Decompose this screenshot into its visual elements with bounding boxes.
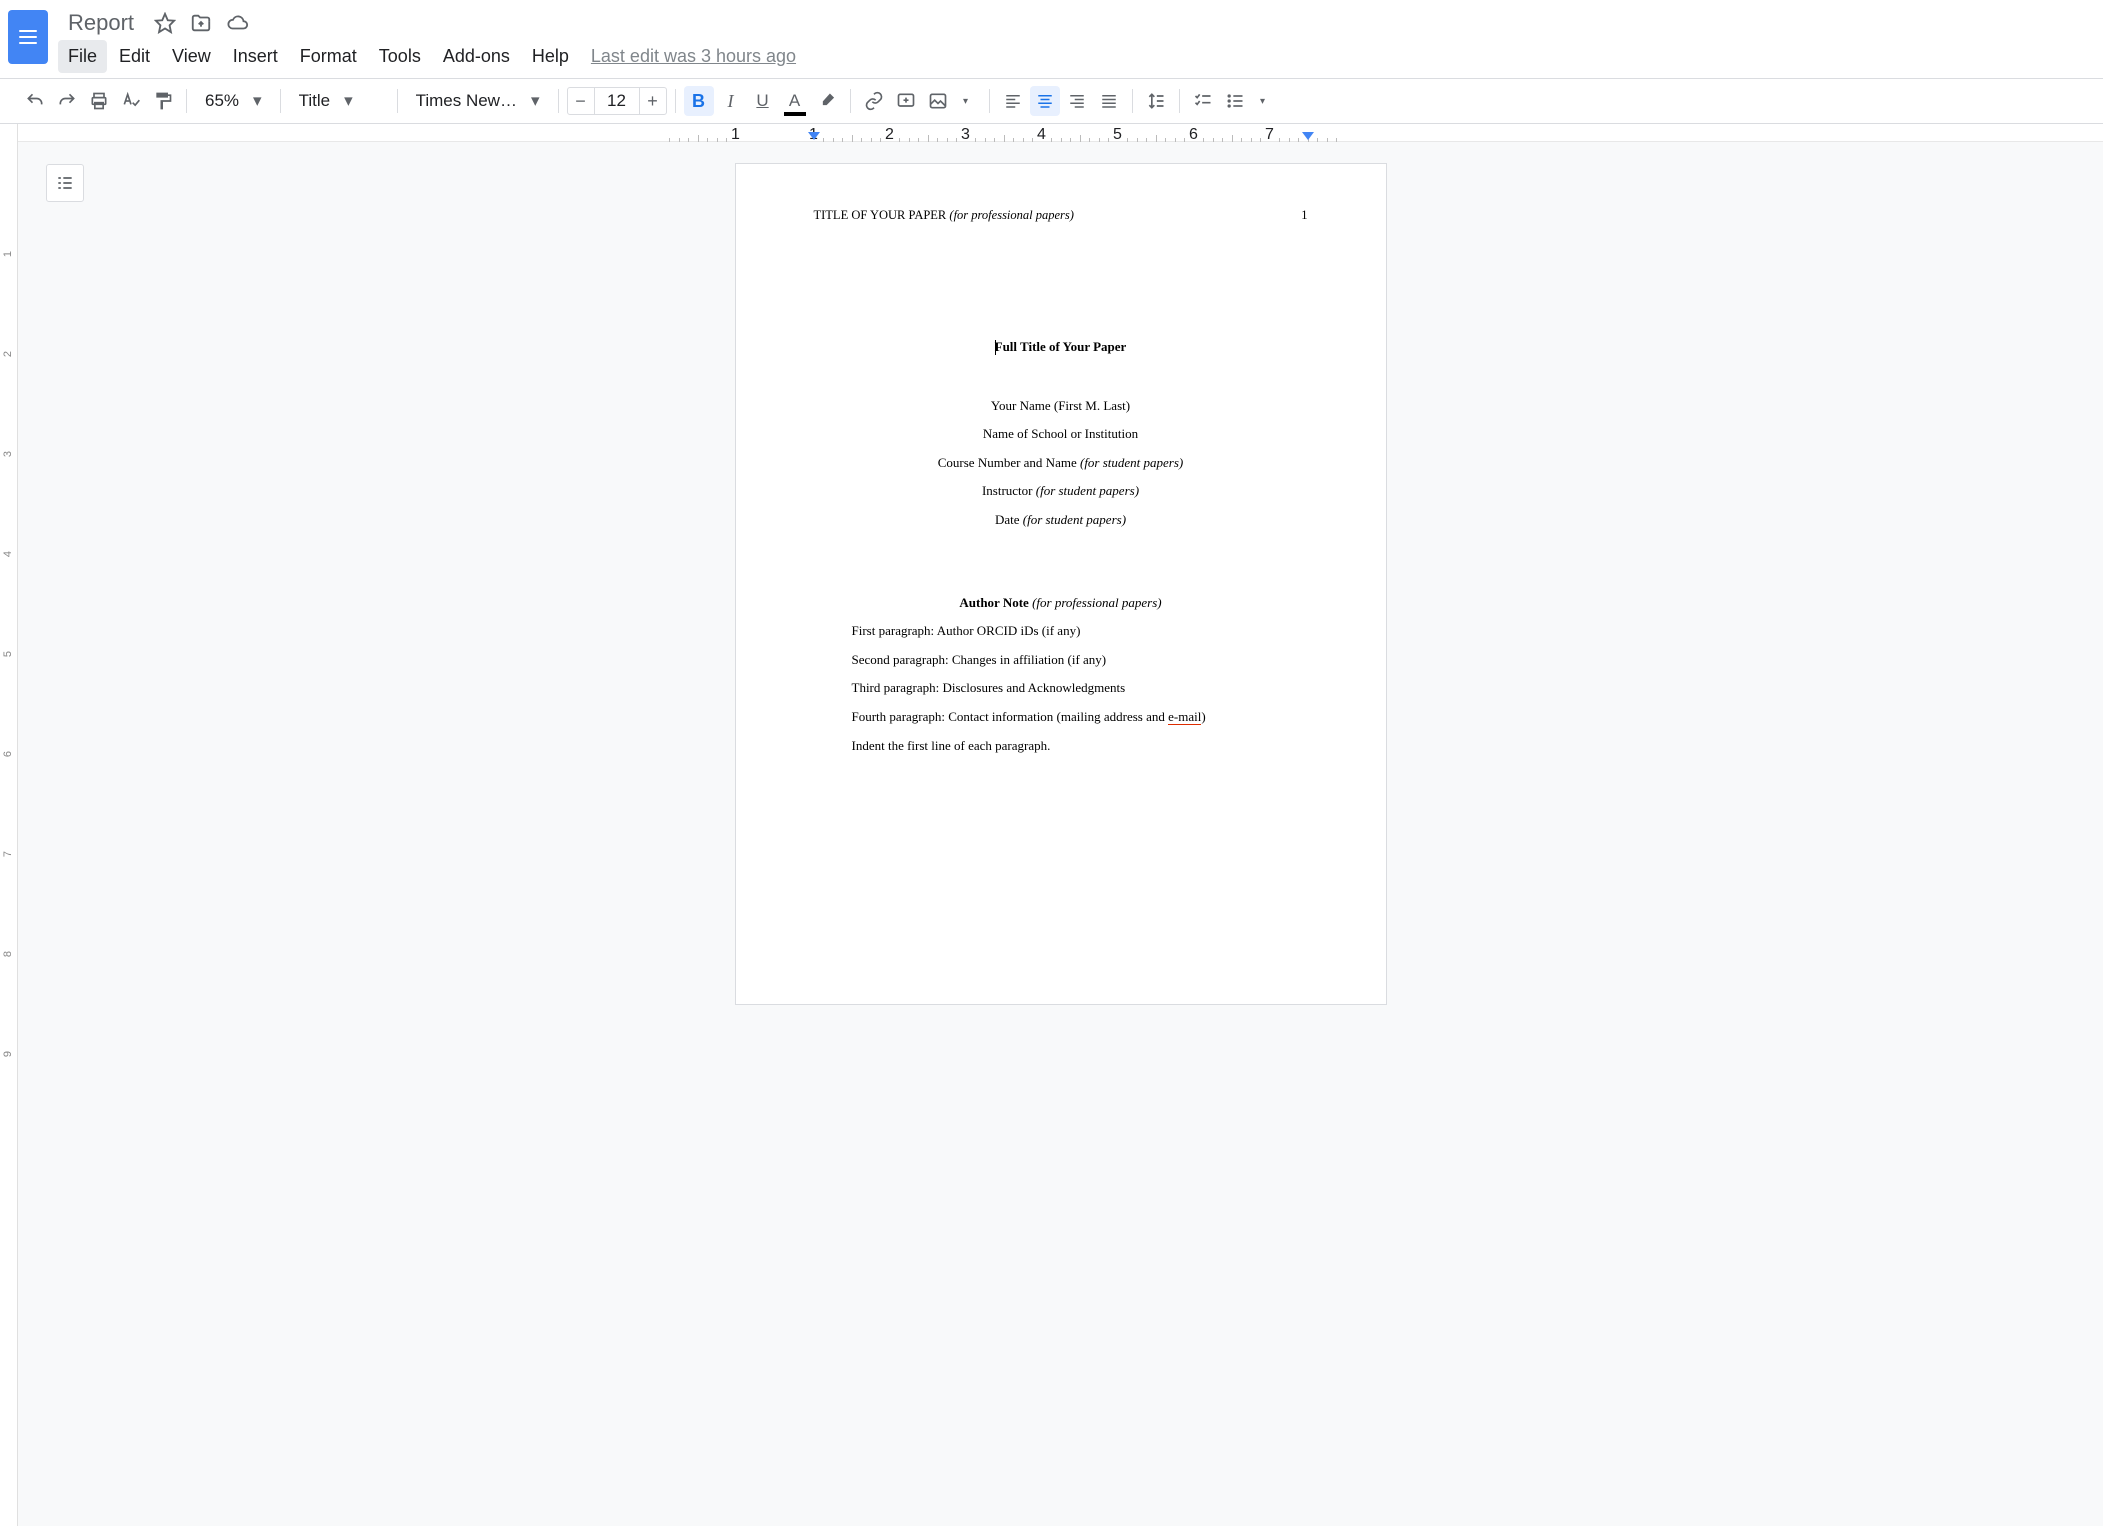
paragraph-style-select[interactable]: Title▾: [289, 86, 389, 116]
document-outline-button[interactable]: [46, 164, 84, 202]
text-color-button[interactable]: A: [780, 86, 810, 116]
menu-edit[interactable]: Edit: [109, 40, 160, 73]
running-head-text: TITLE OF YOUR PAPER (for professional pa…: [814, 208, 1074, 223]
menu-insert[interactable]: Insert: [223, 40, 288, 73]
insert-image-dropdown[interactable]: ▾: [951, 86, 981, 116]
insert-link-button[interactable]: [859, 86, 889, 116]
checklist-button[interactable]: [1188, 86, 1218, 116]
spellcheck-button[interactable]: [116, 86, 146, 116]
menu-tools[interactable]: Tools: [369, 40, 431, 73]
underline-button[interactable]: U: [748, 86, 778, 116]
horizontal-ruler[interactable]: 11234567: [18, 124, 2103, 142]
insert-image-button[interactable]: [923, 86, 953, 116]
align-justify-button[interactable]: [1094, 86, 1124, 116]
cloud-saved-icon[interactable]: [226, 12, 250, 34]
line-spacing-button[interactable]: [1141, 86, 1171, 116]
note-paragraph-1: First paragraph: Author ORCID iDs (if an…: [814, 617, 1308, 646]
bulleted-list-button[interactable]: [1220, 86, 1250, 116]
canvas-area[interactable]: 11234567 TITLE OF YOUR PAPER (for profes…: [18, 124, 2103, 1526]
menu-addons[interactable]: Add-ons: [433, 40, 520, 73]
highlight-color-button[interactable]: [812, 86, 842, 116]
menu-bar: File Edit View Insert Format Tools Add-o…: [56, 40, 2095, 72]
decrease-font-size-button[interactable]: −: [567, 87, 595, 115]
document-title[interactable]: Report: [62, 8, 140, 38]
paper-title: Full Title of Your Paper: [814, 333, 1308, 362]
bold-button[interactable]: B: [684, 86, 714, 116]
print-button[interactable]: [84, 86, 114, 116]
paint-format-button[interactable]: [148, 86, 178, 116]
last-edit-link[interactable]: Last edit was 3 hours ago: [581, 40, 806, 73]
author-line: Your Name (First M. Last): [814, 392, 1308, 421]
increase-font-size-button[interactable]: +: [639, 87, 667, 115]
redo-button[interactable]: [52, 86, 82, 116]
zoom-select[interactable]: 65%▾: [195, 86, 272, 116]
move-to-folder-icon[interactable]: [190, 12, 212, 34]
docs-logo-icon[interactable]: [8, 10, 48, 64]
note-paragraph-2: Second paragraph: Changes in affiliation…: [814, 646, 1308, 675]
course-line: Course Number and Name (for student pape…: [814, 449, 1308, 478]
align-center-button[interactable]: [1030, 86, 1060, 116]
author-note-heading: Author Note (for professional papers): [814, 589, 1308, 618]
note-paragraph-4: Fourth paragraph: Contact information (m…: [814, 703, 1308, 732]
undo-button[interactable]: [20, 86, 50, 116]
instructor-line: Instructor (for student papers): [814, 477, 1308, 506]
menu-file[interactable]: File: [58, 40, 107, 73]
note-paragraph-5: Indent the first line of each paragraph.: [814, 732, 1308, 761]
editor-workspace: 1 2 3 4 5 6 7 8 9 11234567 TITLE OF YOUR…: [0, 124, 2103, 1526]
align-right-button[interactable]: [1062, 86, 1092, 116]
star-icon[interactable]: [154, 12, 176, 34]
school-line: Name of School or Institution: [814, 420, 1308, 449]
note-paragraph-3: Third paragraph: Disclosures and Acknowl…: [814, 674, 1308, 703]
align-left-button[interactable]: [998, 86, 1028, 116]
font-size-input[interactable]: 12: [595, 87, 639, 115]
page-number: 1: [1301, 208, 1307, 223]
menu-view[interactable]: View: [162, 40, 221, 73]
italic-button[interactable]: I: [716, 86, 746, 116]
bulleted-list-dropdown[interactable]: ▾: [1248, 86, 1278, 116]
font-family-select[interactable]: Times New…▾: [406, 86, 550, 116]
title-bar: Report File Edit View Insert Format Tool…: [0, 0, 2103, 78]
date-line: Date (for student papers): [814, 506, 1308, 535]
menu-format[interactable]: Format: [290, 40, 367, 73]
add-comment-button[interactable]: [891, 86, 921, 116]
toolbar: 65%▾ Title▾ Times New…▾ − 12 + B I U A ▾…: [0, 78, 2103, 124]
document-page[interactable]: TITLE OF YOUR PAPER (for professional pa…: [736, 164, 1386, 1004]
menu-help[interactable]: Help: [522, 40, 579, 73]
font-size-control: − 12 +: [567, 87, 667, 115]
running-head: TITLE OF YOUR PAPER (for professional pa…: [814, 208, 1308, 223]
vertical-ruler[interactable]: 1 2 3 4 5 6 7 8 9: [0, 124, 18, 1526]
